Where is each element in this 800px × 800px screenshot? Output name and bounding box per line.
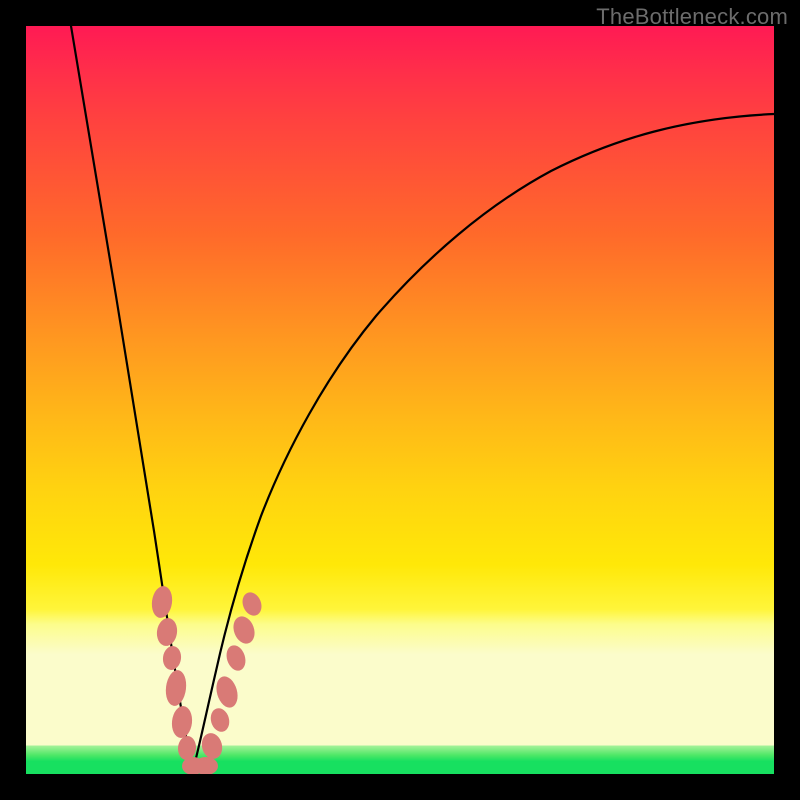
blob <box>213 674 241 710</box>
blob <box>155 617 179 648</box>
curve-layer <box>26 26 774 774</box>
blob <box>208 706 232 734</box>
blob <box>239 590 265 619</box>
blob <box>177 735 197 760</box>
chart-frame: TheBottleneck.com <box>0 0 800 800</box>
blob <box>150 585 174 619</box>
blob <box>230 613 258 646</box>
blob <box>199 731 225 761</box>
blob <box>164 669 188 707</box>
blob <box>161 645 182 671</box>
plot-area <box>26 26 774 774</box>
marker-cluster <box>150 585 265 774</box>
blob <box>223 643 248 673</box>
blob <box>170 705 193 739</box>
right-branch-curve <box>192 114 774 774</box>
